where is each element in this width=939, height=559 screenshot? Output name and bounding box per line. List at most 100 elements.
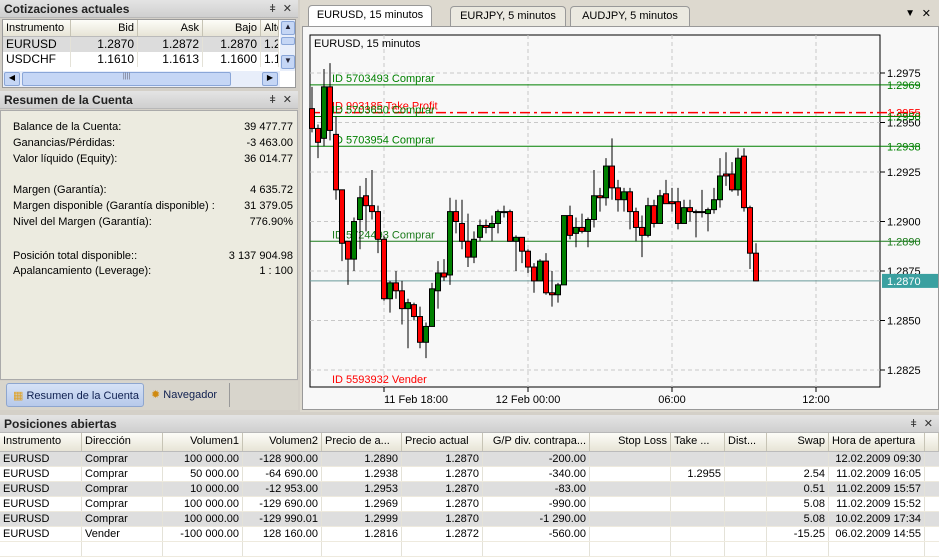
position-cell: 1.2870	[402, 482, 483, 496]
order-price-label: 1.2950	[887, 112, 921, 124]
empty-row	[0, 542, 939, 557]
candle-body	[651, 205, 657, 224]
position-row[interactable]: EURUSD Vender -100 000.00 128 160.00 1.2816 1…	[0, 527, 939, 542]
column-header[interactable]: G/P div. contrapa...	[483, 433, 590, 451]
gear-icon: ✹	[151, 389, 161, 401]
account-icon: ▦	[13, 390, 24, 402]
order-price-label: 1.2938	[887, 141, 921, 153]
position-cell	[767, 452, 829, 466]
column-header[interactable]: Dist...	[725, 433, 767, 451]
vertical-scrollbar[interactable]: ▲ ▼	[280, 20, 295, 71]
candle-body	[399, 290, 405, 310]
quote-row[interactable]: EURUSD1.28701.28721.28701.2889	[3, 37, 279, 52]
close-icon[interactable]: ✕	[924, 418, 933, 430]
column-header[interactable]: Instrumento	[0, 433, 82, 451]
position-cell	[0, 542, 82, 556]
quote-row[interactable]: USDCHF1.16101.16131.16001.1610	[3, 52, 279, 67]
scroll-right-button[interactable]: ▶	[262, 72, 278, 86]
column-header[interactable]: Swap	[767, 433, 829, 451]
tab-eurjpy-5m[interactable]: EURJPY, 5 minutos	[450, 6, 566, 26]
position-row[interactable]: EURUSD Comprar 100 000.00 -129 990.01 1.2999…	[0, 512, 939, 527]
candle-body	[459, 222, 465, 242]
candle-body	[591, 195, 597, 221]
scroll-thumb[interactable]	[281, 37, 295, 45]
position-cell: 12.02.2009 09:30	[829, 452, 925, 466]
candle-body	[447, 211, 453, 276]
tab-label: Navegador	[163, 389, 218, 401]
position-cell: EURUSD	[0, 497, 82, 511]
pin-icon[interactable]: ǂ	[269, 94, 275, 106]
y-tick-label: 1.2850	[887, 316, 921, 328]
account-item-label: Apalancamiento (Leverage):	[13, 265, 152, 277]
quote-cell: EURUSD	[3, 37, 71, 52]
column-header[interactable]: Ask	[138, 20, 203, 36]
position-cell: Comprar	[82, 467, 163, 481]
column-header[interactable]: Hora de apertura	[829, 433, 925, 451]
candle-body	[633, 211, 639, 228]
hscroll-thumb[interactable]: ||||	[22, 72, 231, 86]
positions-table: Instrumento Dirección Volumen1 Volumen2 Prec…	[0, 433, 939, 559]
scroll-down-button[interactable]: ▼	[281, 55, 295, 69]
column-header[interactable]: Dirección	[82, 433, 163, 451]
column-header[interactable]: Volumen1	[163, 433, 243, 451]
position-row[interactable]: EURUSD Comprar 100 000.00 -128 900.00 1.2890…	[0, 452, 939, 467]
account-item: Margen (Garantía): 4 635.72	[13, 184, 293, 200]
tab-navigator[interactable]: ✹ Navegador	[148, 383, 230, 407]
candle-body	[357, 197, 363, 221]
account-item: Nivel del Margen (Garantía): 776.90%	[13, 216, 293, 232]
position-cell	[725, 527, 767, 541]
position-cell: 06.02.2009 14:55	[829, 527, 925, 541]
pin-icon[interactable]: ǂ	[269, 3, 275, 15]
close-icon[interactable]: ✕	[922, 7, 931, 20]
position-row[interactable]: EURUSD Comprar 100 000.00 -129 690.00 1.2969…	[0, 497, 939, 512]
position-cell: -64 690.00	[243, 467, 322, 481]
column-header[interactable]: Take ...	[671, 433, 725, 451]
candle-body	[579, 226, 585, 232]
y-tick-label: 1.2825	[887, 365, 921, 377]
pin-icon[interactable]: ǂ	[910, 418, 916, 430]
close-icon[interactable]: ✕	[283, 3, 292, 15]
candle-body	[627, 191, 633, 213]
column-header[interactable]: Precio actual	[402, 433, 483, 451]
candle-body	[309, 108, 315, 129]
candle-body	[327, 86, 333, 131]
position-cell: 0.51	[767, 482, 829, 496]
column-header[interactable]: Bajo	[203, 20, 261, 36]
column-header-extra[interactable]	[925, 433, 939, 451]
position-cell: 10.02.2009 17:34	[829, 512, 925, 526]
quote-cell: 1.2870	[203, 37, 261, 52]
column-header[interactable]: Instrumento	[3, 20, 71, 36]
tab-eurusd-15m[interactable]: EURUSD, 15 minutos	[308, 5, 432, 26]
account-item-label: Margen disponible (Garantía disponible) …	[13, 200, 215, 212]
position-cell: 100 000.00	[163, 452, 243, 466]
tab-account-summary[interactable]: ▦ Resumen de la Cuenta	[6, 383, 144, 407]
candle-body	[513, 236, 519, 242]
position-cell	[725, 467, 767, 481]
close-icon[interactable]: ✕	[283, 94, 292, 106]
chart-canvas[interactable]: 1.2975 1.2950 1.2925 1.2900 1.2875 1.2850 1.28…	[302, 26, 939, 410]
candle-body	[735, 157, 741, 191]
position-row[interactable]: EURUSD Comprar 50 000.00 -64 690.00 1.2938 1.…	[0, 467, 939, 482]
position-cell: Comprar	[82, 482, 163, 496]
column-header[interactable]: Bid	[71, 20, 138, 36]
column-header[interactable]: Volumen2	[243, 433, 322, 451]
position-cell: -15.25	[767, 527, 829, 541]
candle-body	[609, 165, 615, 189]
candle-body	[363, 195, 369, 207]
position-row[interactable]: EURUSD Comprar 10 000.00 -12 953.00 1.2953 1.…	[0, 482, 939, 497]
quotes-panel-title: Cotizaciones actuales	[4, 2, 130, 16]
position-cell: EURUSD	[0, 452, 82, 466]
account-item-value: 1 : 100	[259, 265, 293, 277]
scroll-left-button[interactable]: ◀	[4, 72, 20, 86]
menu-dropdown-icon[interactable]: ▼	[905, 8, 915, 19]
column-header[interactable]: Stop Loss	[590, 433, 671, 451]
column-header[interactable]: Precio de a...	[322, 433, 402, 451]
scroll-up-button[interactable]: ▲	[281, 21, 295, 35]
candle	[381, 235, 387, 301]
candlestick-chart[interactable]: 1.29751.29501.29251.29001.28751.28501.28…	[303, 27, 939, 411]
tab-audjpy-5m[interactable]: AUDJPY, 5 minutos	[570, 6, 690, 26]
position-cell	[243, 542, 322, 556]
column-header[interactable]: Alto	[261, 20, 279, 36]
candle-body	[681, 207, 687, 224]
horizontal-scrollbar[interactable]: ◀ |||| ▶	[3, 71, 280, 87]
